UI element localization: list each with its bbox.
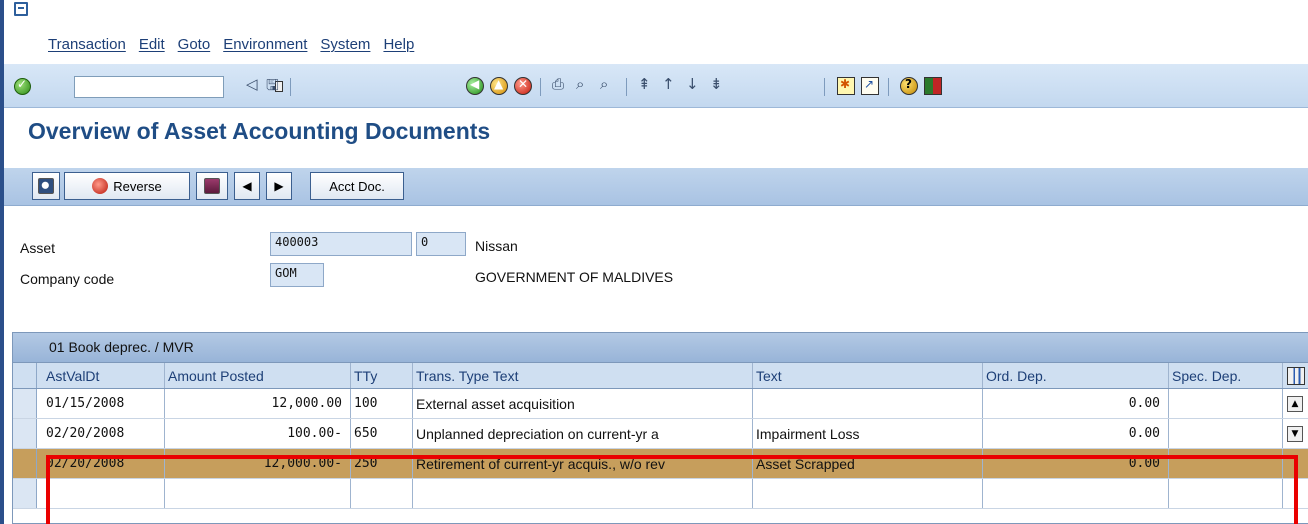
menu-transaction[interactable]: Transaction	[48, 36, 126, 53]
shortcut-icon[interactable]	[861, 77, 879, 95]
asset-label: Asset	[20, 240, 56, 256]
menu-bar: Transaction Edit Goto Environment System…	[48, 36, 414, 53]
previous-button[interactable]: ◀	[234, 172, 260, 200]
menu-strip: Transaction Edit Goto Environment System…	[4, 0, 1308, 62]
cell-ord-dep: 0.00	[983, 419, 1169, 448]
cell-amount: 12,000.00	[165, 389, 351, 418]
reverse-button[interactable]: Reverse	[64, 172, 190, 200]
col-tty[interactable]: TTy	[351, 363, 413, 388]
page-title: Overview of Asset Accounting Documents	[28, 118, 491, 144]
first-page-icon[interactable]: ⇞	[638, 75, 651, 97]
col-amount-posted[interactable]: Amount Posted	[165, 363, 351, 388]
cell-date: 02/20/2008	[43, 419, 165, 448]
command-field[interactable]	[74, 76, 283, 98]
menu-system[interactable]: System	[320, 36, 370, 53]
toolbar-separator	[626, 78, 627, 96]
col-astvaldt[interactable]: AstValDt	[43, 363, 165, 388]
cell-trans-type-text: External asset acquisition	[413, 389, 753, 418]
acct-doc-button[interactable]: Acct Doc.	[310, 172, 404, 200]
company-code-field[interactable]: GOM	[270, 263, 324, 287]
save-icon[interactable]: 🖫	[266, 75, 279, 97]
row-selector[interactable]	[13, 479, 37, 508]
cell-text	[753, 389, 983, 418]
highlight-annotation	[46, 455, 1298, 524]
magnifier-icon	[38, 178, 54, 194]
previous-page-icon[interactable]: ↑	[662, 75, 675, 97]
column-config-icon[interactable]	[1287, 367, 1305, 385]
col-ord-dep[interactable]: Ord. Dep.	[983, 363, 1169, 388]
application-toolbar: Reverse ◀ ▶ Acct Doc.	[4, 168, 1308, 206]
col-spec-dep[interactable]: Spec. Dep.	[1169, 363, 1283, 388]
col-trans-type-text[interactable]: Trans. Type Text	[413, 363, 753, 388]
exit-icon[interactable]: ▲	[490, 77, 508, 95]
table-row[interactable]: 02/20/2008 100.00- 650 Unplanned depreci…	[13, 419, 1308, 449]
reverse-label: Reverse	[113, 178, 162, 194]
toolbar-separator	[824, 78, 825, 96]
company-name: GOVERNMENT OF MALDIVES	[475, 269, 674, 285]
find-next-icon[interactable]: ⌕	[600, 75, 608, 97]
cell-tty: 100	[351, 389, 413, 418]
cell-text: Impairment Loss	[753, 419, 983, 448]
create-session-icon[interactable]	[837, 77, 855, 95]
table-header-row: AstValDt Amount Posted TTy Trans. Type T…	[13, 363, 1308, 389]
row-selector[interactable]	[13, 449, 37, 478]
toolbar-separator	[888, 78, 889, 96]
menu-environment[interactable]: Environment	[223, 36, 307, 53]
cell-date: 01/15/2008	[43, 389, 165, 418]
company-code-label: Company code	[20, 271, 115, 287]
select-all-box[interactable]	[13, 363, 37, 388]
back-icon[interactable]: ◀	[466, 77, 484, 95]
cell-spec-dep	[1169, 419, 1283, 448]
cell-spec-dep	[1169, 389, 1283, 418]
help-icon[interactable]	[900, 77, 918, 95]
enter-check-icon[interactable]	[14, 77, 31, 95]
find-icon[interactable]: ⌕	[576, 75, 584, 97]
scroll-down-icon[interactable]: ▼	[1287, 426, 1303, 442]
standard-toolbar: ◁ 🖫 ◀ ▲ ✕ ⎙ ⌕ ⌕ ⇞ ↑ ↓ ⇟	[4, 64, 1308, 108]
menu-goto[interactable]: Goto	[178, 36, 211, 53]
arrow-left-icon: ◀	[242, 179, 252, 193]
cell-amount: 100.00-	[165, 419, 351, 448]
last-page-icon[interactable]: ⇟	[710, 75, 723, 97]
next-page-icon[interactable]: ↓	[686, 75, 699, 97]
cell-trans-type-text: Unplanned depreciation on current-yr a	[413, 419, 753, 448]
toolbar-separator	[540, 78, 541, 96]
col-text[interactable]: Text	[753, 363, 983, 388]
row-selector[interactable]	[13, 419, 37, 448]
print-icon[interactable]: ⎙	[552, 75, 564, 97]
display-document-button[interactable]	[32, 172, 60, 200]
scroll-up-icon[interactable]: ▲	[1287, 396, 1303, 412]
asset-subnumber-field[interactable]: 0	[416, 232, 466, 256]
toolbar-separator	[290, 78, 291, 96]
menu-edit[interactable]: Edit	[139, 36, 165, 53]
printer-icon	[204, 178, 220, 194]
row-selector[interactable]	[13, 389, 37, 418]
reverse-icon	[92, 178, 109, 194]
acct-doc-label: Acct Doc.	[329, 178, 385, 194]
asset-number-field[interactable]: 400003	[270, 232, 412, 256]
cell-ord-dep: 0.00	[983, 389, 1169, 418]
table-caption: 01 Book deprec. / MVR	[13, 333, 1308, 363]
menu-help[interactable]: Help	[383, 36, 414, 53]
asset-description: Nissan	[475, 238, 518, 254]
system-menu-icon[interactable]	[14, 2, 28, 16]
save-arrow-icon[interactable]: ◁	[246, 75, 258, 97]
table-row[interactable]: 01/15/2008 12,000.00 100 External asset …	[13, 389, 1308, 419]
layout-menu-icon[interactable]	[924, 77, 942, 95]
arrow-right-icon: ▶	[274, 179, 284, 193]
next-button[interactable]: ▶	[266, 172, 292, 200]
cancel-icon[interactable]: ✕	[514, 77, 532, 95]
cell-tty: 650	[351, 419, 413, 448]
print-button[interactable]	[196, 172, 228, 200]
